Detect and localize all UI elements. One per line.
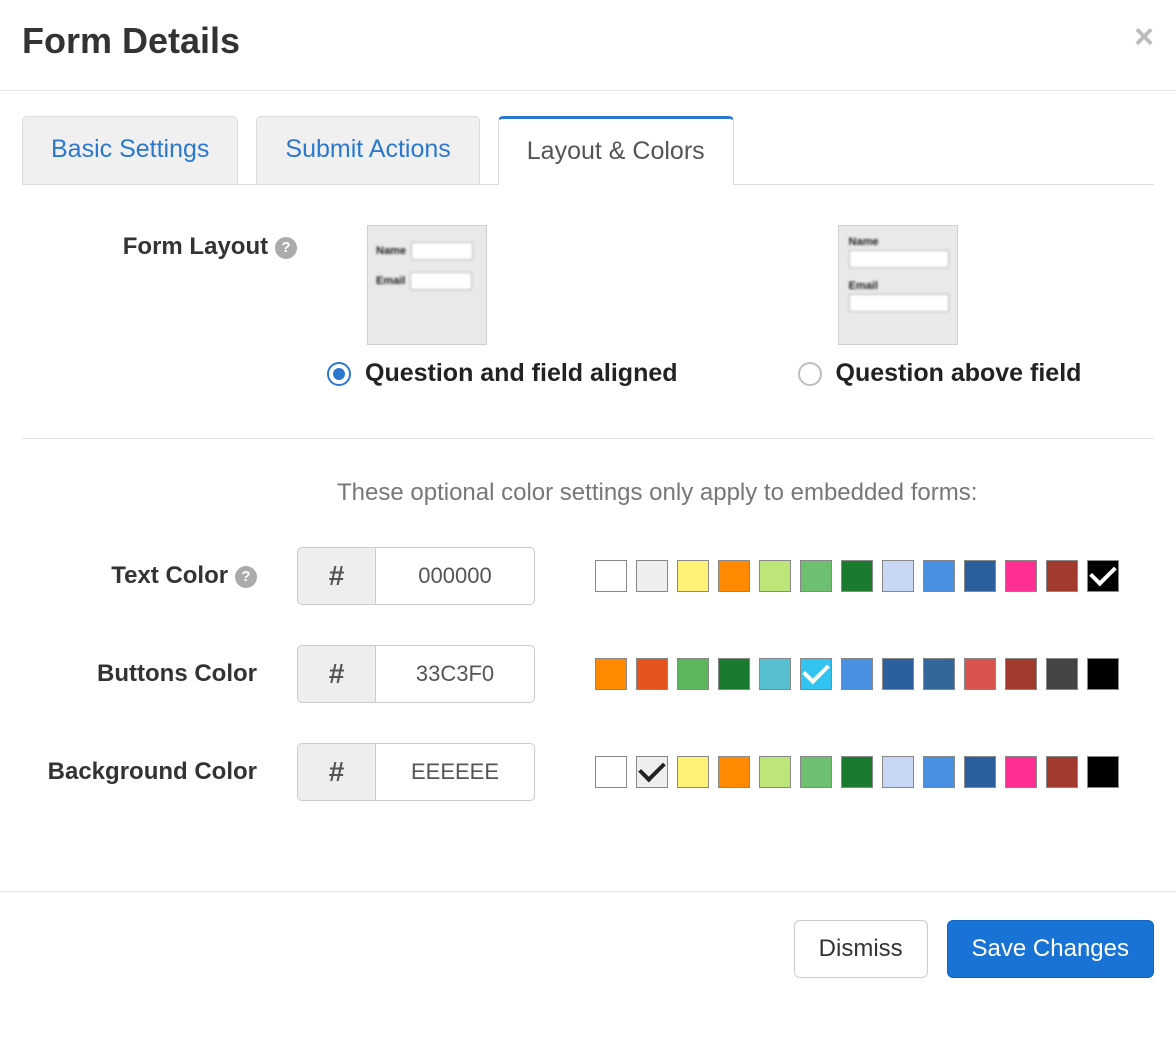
hash-prefix: # (297, 645, 375, 703)
color-swatch[interactable] (800, 658, 832, 690)
text-color-row: Text Color ? # (22, 547, 1154, 605)
color-swatch[interactable] (1087, 560, 1119, 592)
radio-aligned[interactable] (327, 362, 351, 386)
color-swatch[interactable] (677, 658, 709, 690)
tab-basic-settings[interactable]: Basic Settings (22, 116, 238, 184)
color-swatch[interactable] (841, 756, 873, 788)
color-swatch[interactable] (759, 756, 791, 788)
help-icon[interactable]: ? (275, 237, 297, 259)
background-color-swatches (595, 756, 1119, 788)
color-swatch[interactable] (677, 560, 709, 592)
color-swatch[interactable] (718, 658, 750, 690)
background-color-row: Background Color # (22, 743, 1154, 801)
color-swatch[interactable] (964, 756, 996, 788)
color-swatch[interactable] (882, 756, 914, 788)
color-swatch[interactable] (677, 756, 709, 788)
buttons-color-input[interactable] (375, 645, 535, 703)
layout-option-above[interactable]: Name Email Question above field (798, 225, 1082, 388)
form-layout-section: Form Layout ? Name Email Qu (22, 225, 1154, 388)
color-swatch[interactable] (882, 658, 914, 690)
color-swatch[interactable] (1005, 756, 1037, 788)
color-swatch[interactable] (759, 560, 791, 592)
page-title: Form Details (22, 20, 1151, 62)
color-swatch[interactable] (964, 560, 996, 592)
hash-prefix: # (297, 743, 375, 801)
color-swatch[interactable] (595, 756, 627, 788)
tab-bar: Basic Settings Submit Actions Layout & C… (22, 116, 1154, 185)
layout-preview-aligned: Name Email (367, 225, 487, 345)
colors-info-text: These optional color settings only apply… (337, 479, 1154, 507)
form-layout-label: Form Layout (123, 233, 268, 260)
color-swatch[interactable] (841, 560, 873, 592)
color-swatch[interactable] (1046, 658, 1078, 690)
color-swatch[interactable] (923, 658, 955, 690)
tab-layout-colors[interactable]: Layout & Colors (498, 116, 734, 186)
buttons-color-swatches (595, 658, 1119, 690)
color-swatch[interactable] (923, 756, 955, 788)
help-icon[interactable]: ? (235, 566, 257, 588)
layout-caption-above: Question above field (836, 359, 1082, 388)
color-swatch[interactable] (595, 560, 627, 592)
color-swatch[interactable] (718, 756, 750, 788)
layout-caption-aligned: Question and field aligned (365, 359, 678, 388)
dismiss-button[interactable]: Dismiss (794, 920, 928, 978)
text-color-input[interactable] (375, 547, 535, 605)
text-color-swatches (595, 560, 1119, 592)
background-color-label: Background Color (48, 758, 257, 785)
color-swatch[interactable] (1005, 560, 1037, 592)
layout-preview-above: Name Email (838, 225, 958, 345)
radio-above[interactable] (798, 362, 822, 386)
save-changes-button[interactable]: Save Changes (947, 920, 1154, 978)
text-color-label: Text Color (111, 562, 228, 589)
color-swatch[interactable] (595, 658, 627, 690)
color-swatch[interactable] (718, 560, 750, 592)
color-swatch[interactable] (1087, 756, 1119, 788)
color-swatch[interactable] (1087, 658, 1119, 690)
color-swatch[interactable] (636, 756, 668, 788)
background-color-input[interactable] (375, 743, 535, 801)
color-swatch[interactable] (841, 658, 873, 690)
color-swatch[interactable] (759, 658, 791, 690)
color-swatch[interactable] (923, 560, 955, 592)
color-swatch[interactable] (882, 560, 914, 592)
layout-option-aligned[interactable]: Name Email Question and field aligned (327, 225, 678, 388)
color-swatch[interactable] (800, 756, 832, 788)
color-swatch[interactable] (1046, 560, 1078, 592)
color-swatch[interactable] (1046, 756, 1078, 788)
close-icon[interactable]: × (1134, 20, 1154, 54)
hash-prefix: # (297, 547, 375, 605)
color-swatch[interactable] (636, 560, 668, 592)
buttons-color-row: Buttons Color # (22, 645, 1154, 703)
color-swatch[interactable] (800, 560, 832, 592)
tab-submit-actions[interactable]: Submit Actions (256, 116, 479, 184)
color-swatch[interactable] (1005, 658, 1037, 690)
buttons-color-label: Buttons Color (97, 660, 257, 687)
color-swatch[interactable] (964, 658, 996, 690)
color-swatch[interactable] (636, 658, 668, 690)
